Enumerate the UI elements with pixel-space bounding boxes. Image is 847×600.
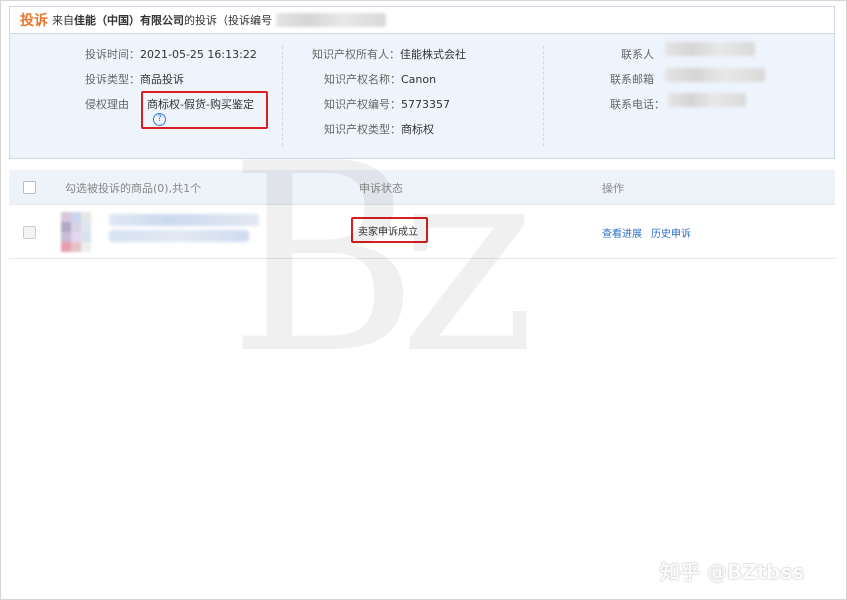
complaint-type-value: 商品投诉 (140, 73, 184, 86)
header-from-text: 来自 (52, 14, 74, 27)
column-divider-2 (543, 46, 544, 146)
complaint-time-row: 投诉时间：2021-05-25 16:13:22 (85, 46, 257, 62)
appeal-history-link[interactable]: 历史申诉 (651, 225, 691, 240)
complaint-info-panel: 投诉时间：2021-05-25 16:13:22 投诉类型：商品投诉 侵权理由 … (9, 33, 835, 159)
ip-type-label: 知识产权类型： (324, 123, 401, 136)
action-column-header: 操作 (602, 182, 624, 195)
complaint-time-value: 2021-05-25 16:13:22 (140, 48, 257, 61)
product-title-redacted-2 (109, 230, 249, 242)
question-circle-icon[interactable]: ? (153, 113, 166, 126)
contact-label: 联系人 (621, 48, 654, 61)
table-row: 卖家申诉成立 查看进展 历史申诉 (9, 206, 835, 259)
ip-type-row: 知识产权类型：商标权 (324, 121, 434, 137)
complaint-number-label: 的投诉（投诉编号 (184, 14, 272, 27)
zhihu-credit-watermark: 知乎 @BZtbss (660, 560, 805, 584)
ip-number-label: 知识产权编号： (324, 98, 401, 111)
complaint-type-row: 投诉类型：商品投诉 (85, 71, 184, 87)
phone-row: 联系电话： (610, 96, 665, 112)
view-progress-link[interactable]: 查看进展 (602, 225, 642, 240)
complainant-company: 佳能（中国）有限公司 (74, 14, 184, 27)
row-checkbox[interactable] (23, 226, 36, 239)
ip-name-label: 知识产权名称： (324, 73, 401, 86)
ip-owner-value: 佳能株式会社 (400, 48, 466, 61)
infringement-reason-label: 侵权理由 (85, 98, 129, 111)
contact-row: 联系人 (621, 46, 654, 62)
phone-label: 联系电话： (610, 98, 665, 111)
email-redacted (665, 68, 765, 82)
phone-redacted (668, 93, 746, 107)
ip-name-row: 知识产权名称：Canon (324, 71, 436, 87)
ip-owner-label: 知识产权所有人： (312, 48, 400, 61)
ip-owner-row: 知识产权所有人：佳能株式会社 (312, 46, 466, 62)
complaint-number-redacted (276, 13, 386, 27)
select-all-checkbox[interactable] (23, 181, 36, 194)
reason-help[interactable]: ? (153, 111, 166, 126)
contact-redacted (665, 42, 755, 56)
column-divider-1 (282, 46, 283, 146)
email-label: 联系邮箱 (610, 73, 654, 86)
product-thumbnail-redacted (61, 212, 101, 252)
product-title-redacted-1 (109, 214, 259, 226)
complaint-tag: 投诉 (20, 13, 48, 29)
goods-table-header: 勾选被投诉的商品(0),共1个 申诉状态 操作 (9, 170, 835, 205)
complaint-header: 投诉 来自 佳能（中国）有限公司 的投诉（投诉编号 (9, 6, 835, 33)
complaint-time-label: 投诉时间： (85, 48, 140, 61)
ip-number-row: 知识产权编号：5773357 (324, 96, 450, 112)
status-column-header: 申诉状态 (359, 182, 403, 195)
ip-number-value: 5773357 (401, 98, 450, 111)
appeal-status-value: 卖家申诉成立 (358, 227, 418, 238)
email-row: 联系邮箱 (610, 71, 654, 87)
infringement-reason-value: 商标权-假货-购买鉴定 (147, 98, 254, 111)
complaint-type-label: 投诉类型： (85, 73, 140, 86)
ip-type-value: 商标权 (401, 123, 434, 136)
ip-name-value: Canon (401, 73, 437, 86)
goods-column-header: 勾选被投诉的商品(0),共1个 (65, 182, 202, 195)
